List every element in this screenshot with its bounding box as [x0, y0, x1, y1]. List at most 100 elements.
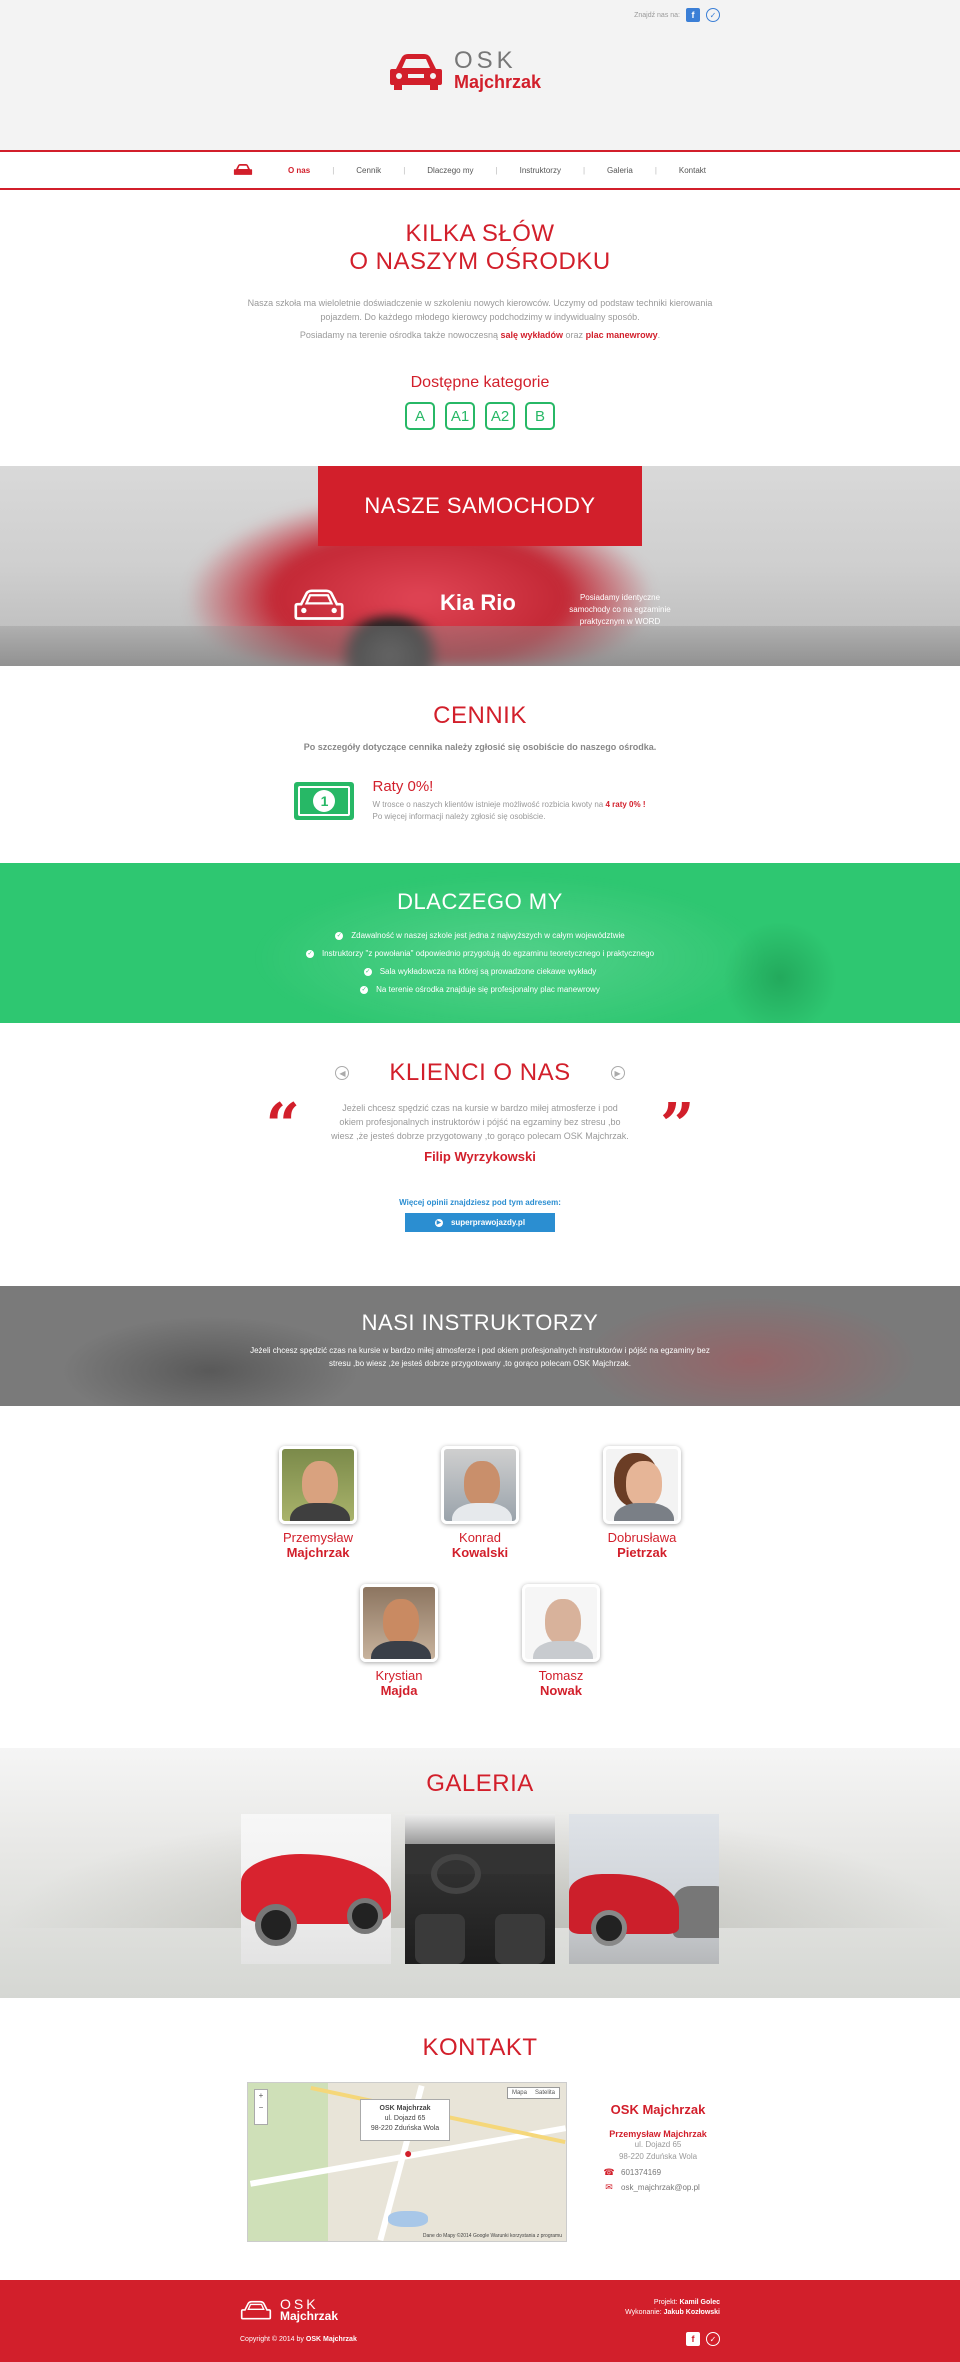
prev-arrow-icon[interactable]: ◀	[335, 1066, 350, 1080]
car-icon	[390, 54, 442, 90]
gallery-image-car-side[interactable]	[569, 1814, 719, 1964]
nav-item-galeria[interactable]: Galeria	[585, 166, 655, 175]
next-arrow-icon[interactable]: ▶	[610, 1066, 625, 1080]
pricing-title: CENNIK	[433, 702, 527, 729]
map-type-satellite[interactable]: Satelita	[531, 2088, 559, 2098]
about-lead-2: Posiadamy na terenie ośrodka także nowoc…	[230, 328, 730, 342]
about-maneuver-yard: plac manewrowy	[585, 330, 658, 340]
phone-icon: ☎	[603, 2167, 615, 2177]
instructors-banner: NASI INSTRUKTORZY Jeżeli chcesz spędzić …	[0, 1286, 960, 1406]
instructor-first-name: Krystian	[375, 1668, 423, 1683]
category-badge: A1	[445, 402, 475, 430]
map-type-map[interactable]: Mapa	[508, 2088, 531, 2098]
facebook-icon[interactable]: f	[686, 8, 700, 22]
arrow-right-icon: ▶	[434, 1218, 443, 1227]
avatar	[603, 1446, 681, 1524]
instructors-title: NASI INSTRUKTORZY	[361, 1310, 599, 1335]
header: Znajdź nas na: f ✓ OSK Majchrzak	[0, 0, 960, 150]
about-lead2-c: oraz	[565, 330, 584, 340]
installments-highlight: 4 raty 0% !	[605, 800, 646, 809]
nk-icon[interactable]: ✓	[706, 8, 720, 22]
instructor-first-name: Dobrusława	[607, 1530, 677, 1545]
contact-phone-value: 601374169	[621, 2168, 662, 2177]
contact-phone[interactable]: ☎ 601374169	[603, 2167, 713, 2178]
car-icon	[294, 589, 344, 620]
list-item: ✓ Instruktorzy "z powołania" odpowiednio …	[0, 945, 960, 963]
instructor-last-name: Kowalski	[451, 1545, 509, 1560]
category-badge: B	[525, 402, 555, 430]
categories-title: Dostępne kategorie	[410, 374, 550, 391]
list-item-text: Zdawalność w naszej szkole jest jedna z …	[351, 931, 625, 940]
map-pin-icon[interactable]: ●	[404, 2145, 412, 2161]
facebook-icon[interactable]: f	[686, 2332, 700, 2346]
nav-item-cennik[interactable]: Cennik	[334, 166, 403, 175]
instructor-card[interactable]: Przemysław Majchrzak	[278, 1446, 358, 1560]
instructor-last-name: Nowak	[540, 1683, 582, 1698]
logo-top: OSK	[454, 47, 517, 74]
map-info-name: OSK Majchrzak	[379, 2105, 431, 2112]
money-icon-digit: 1	[313, 789, 336, 812]
logo[interactable]: OSK Majchrzak	[388, 47, 542, 92]
about-section: KILKA SŁÓW O NASZYM OŚRODKU Nasza szkoła…	[0, 190, 960, 450]
mail-icon: ✉	[605, 2182, 613, 2192]
check-icon: ✓	[335, 932, 344, 940]
footer-logo[interactable]: OSK Majchrzak	[240, 2297, 339, 2323]
map[interactable]: + − Mapa Satelita OSK Majchrzak ul. Dojaz…	[247, 2082, 567, 2242]
credits-project-label: Projekt:	[653, 2299, 678, 2306]
instructor-first-name: Konrad	[459, 1530, 501, 1545]
list-item-text: Na terenie ośrodka znajduje się profesjo…	[376, 985, 600, 994]
installments-block: 1 Raty 0%! W trosce o naszych klientów i…	[0, 778, 960, 823]
instructor-card[interactable]: Tomasz Nowak	[521, 1584, 601, 1698]
nav-item-o-nas[interactable]: O nas	[266, 166, 332, 175]
list-item: ✓ Sala wykładowcza na której są prowadzon…	[0, 963, 960, 981]
nav-car-icon[interactable]	[232, 163, 254, 177]
footer: OSK Majchrzak Copyright © 2014 by OSK Ma…	[0, 2280, 960, 2362]
contact-section: KONTAKT + − Mapa Satelita OSK Majchrzak u…	[0, 1998, 960, 2280]
about-lead: Nasza szkoła ma wieloletnie doświadczeni…	[247, 298, 713, 322]
car-model: Kia Rio	[440, 590, 516, 615]
list-item-text: Sala wykładowcza na której są prowadzone…	[379, 967, 597, 976]
footer-logo-bottom: Majchrzak	[280, 2309, 339, 2323]
gallery-image-car-front[interactable]	[241, 1814, 391, 1964]
instructors-text: Jeżeli chcesz spędzić czas na kursie w b…	[250, 1346, 710, 1368]
list-item: ✓ Zdawalność w naszej szkole jest jedna z…	[0, 927, 960, 945]
installments-desc: W trosce o naszych klientów istnieje moż…	[372, 799, 645, 823]
find-us-label: Znajdź nas na:	[634, 11, 680, 19]
map-type-toggle[interactable]: Mapa Satelita	[506, 2087, 560, 2099]
gallery-image-car-interior[interactable]	[405, 1814, 555, 1964]
logo-bottom: Majchrzak	[454, 72, 542, 92]
instructor-card[interactable]: Krystian Majda	[359, 1584, 439, 1698]
why-us-section: DLACZEGO MY ✓ Zdawalność w naszej szkole …	[0, 863, 960, 1023]
cars-section: NASZE SAMOCHODY Kia Rio Posiadamy identy…	[0, 466, 960, 666]
quote-close-icon: ”	[660, 1091, 695, 1161]
about-lead2-a: Posiadamy na terenie ośrodka także nowoc…	[299, 330, 498, 340]
contact-person: Przemysław Majchrzak	[609, 2129, 707, 2139]
more-opinions-button[interactable]: ▶ superprawojazdy.pl	[404, 1213, 556, 1232]
instructor-card[interactable]: Dobrusława Pietrzak	[602, 1446, 682, 1560]
copyright-owner: OSK Majchrzak	[305, 2336, 357, 2343]
copyright-text: Copyright © 2014 by	[240, 2336, 304, 2343]
category-badge: A	[405, 402, 435, 430]
nav-item-kontakt[interactable]: Kontakt	[657, 166, 728, 175]
check-icon: ✓	[363, 968, 372, 976]
list-item: ✓ Na terenie ośrodka znajduje się profesj…	[0, 981, 960, 999]
installments-desc-a: W trosce o naszych klientów istnieje moż…	[372, 800, 604, 809]
car-icon	[240, 2300, 272, 2320]
check-icon: ✓	[305, 950, 314, 958]
nav-item-instruktorzy[interactable]: Instruktorzy	[498, 166, 583, 175]
copyright: Copyright © 2014 by OSK Majchrzak	[240, 2336, 357, 2343]
about-title-2: O NASZYM OŚRODKU	[349, 248, 611, 275]
instructor-last-name: Majda	[380, 1683, 418, 1698]
nav-item-dlaczego-my[interactable]: Dlaczego my	[405, 166, 495, 175]
quote-open-icon: “	[265, 1091, 300, 1161]
contact-email[interactable]: ✉ osk_majchrzak@op.pl	[603, 2182, 713, 2193]
contact-address-2: 98-220 Zduńska Wola	[618, 2152, 698, 2161]
testimonials-title: KLIENCI O NAS	[389, 1059, 571, 1086]
nk-icon[interactable]: ✓	[706, 2332, 720, 2346]
main-nav: O nas | Cennik | Dlaczego my | Instrukto…	[0, 150, 960, 190]
map-zoom-control[interactable]: + −	[254, 2089, 268, 2125]
car-background-road	[0, 626, 960, 666]
instructor-card[interactable]: Konrad Kowalski	[440, 1446, 520, 1560]
credits-dev-name: Jakub Kozłowski	[663, 2309, 720, 2316]
instructor-last-name: Pietrzak	[617, 1545, 667, 1560]
